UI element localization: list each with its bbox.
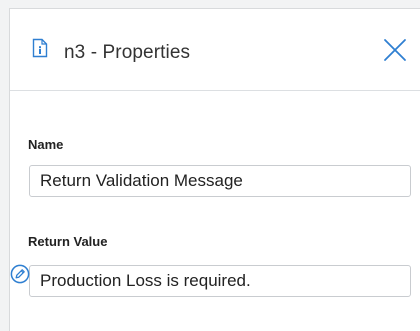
document-info-icon — [32, 38, 48, 58]
properties-panel: n3 - Properties Name Return Value — [9, 8, 420, 331]
close-icon[interactable] — [381, 36, 409, 64]
return-value-label: Return Value — [28, 234, 108, 249]
name-label: Name — [28, 137, 64, 152]
close-button[interactable] — [381, 36, 409, 64]
return-value-input[interactable] — [29, 265, 411, 297]
panel-header: n3 - Properties — [10, 9, 420, 91]
pencil-circle-icon[interactable] — [10, 264, 30, 284]
name-input[interactable] — [29, 165, 411, 197]
panel-title: n3 - Properties — [64, 42, 191, 63]
